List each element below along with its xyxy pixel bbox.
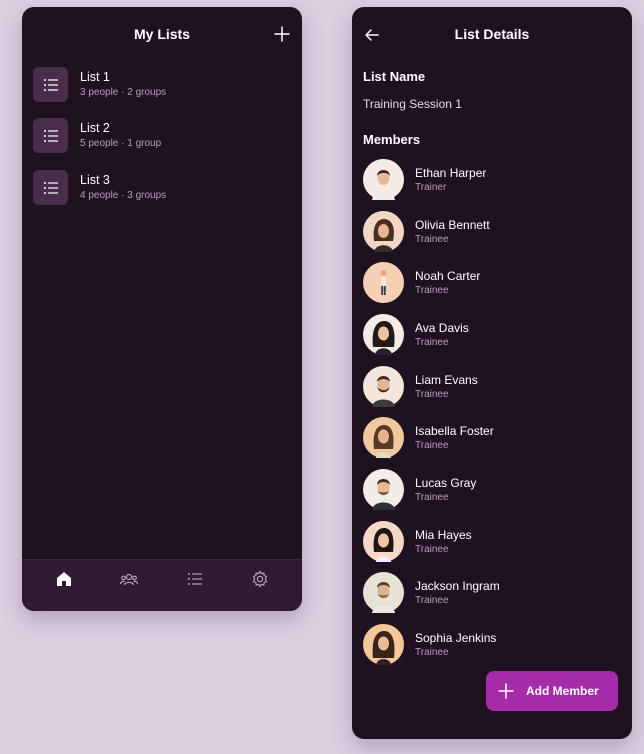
list-item[interactable]: List 1 3 people · 2 groups: [33, 67, 293, 103]
member-role: Trainee: [415, 389, 449, 400]
member-row[interactable]: Isabella Foster Trainee: [363, 417, 623, 459]
list-item[interactable]: List 3 4 people · 3 groups: [33, 170, 293, 206]
member-name: Mia Hayes: [415, 528, 472, 542]
list-name-label: List Name: [363, 69, 426, 84]
member-role: Trainee: [415, 544, 449, 555]
member-role: Trainee: [415, 492, 449, 503]
avatar: [363, 262, 404, 303]
list-item-title: List 1: [80, 70, 110, 84]
member-role: Trainee: [415, 337, 449, 348]
list-icon: [188, 573, 202, 585]
list-icon: [33, 118, 68, 153]
member-row[interactable]: Lucas Gray Trainee: [363, 469, 623, 511]
avatar: [363, 159, 404, 200]
page-title: List Details: [454, 26, 530, 42]
member-role: Trainee: [415, 285, 449, 296]
member-name: Isabella Foster: [415, 424, 494, 438]
member-row[interactable]: Olivia Bennett Trainee: [363, 211, 623, 253]
add-member-label: Add Member: [526, 684, 599, 698]
nav-lists[interactable]: [185, 569, 205, 589]
member-name: Olivia Bennett: [415, 218, 490, 232]
member-row[interactable]: Ethan Harper Trainer: [363, 159, 623, 201]
people-icon: [119, 573, 139, 586]
my-lists-panel: My Lists List 1 3 people · 2 groups List…: [22, 7, 302, 611]
member-name: Jackson Ingram: [415, 579, 500, 593]
bottom-nav: [22, 559, 302, 611]
add-member-button[interactable]: Add Member: [486, 671, 618, 711]
member-role: Trainee: [415, 440, 449, 451]
list-item-title: List 2: [80, 121, 110, 135]
plus-icon: [498, 683, 514, 699]
list-icon: [33, 170, 68, 205]
list-item-subtitle: 3 people · 2 groups: [80, 87, 167, 98]
member-name: Ava Davis: [415, 321, 469, 335]
members-label: Members: [363, 132, 421, 147]
member-role: Trainee: [415, 647, 449, 658]
nav-home[interactable]: [54, 569, 74, 589]
member-row[interactable]: Ava Davis Trainee: [363, 314, 623, 356]
list-name-value: Training Session 1: [363, 97, 462, 111]
member-name: Ethan Harper: [415, 166, 487, 180]
member-row[interactable]: Noah Carter Trainee: [363, 262, 623, 304]
avatar: [363, 211, 404, 252]
nav-settings[interactable]: [250, 569, 270, 589]
avatar: [363, 366, 404, 407]
gear-icon: [252, 570, 268, 588]
member-name: Lucas Gray: [415, 476, 477, 490]
list-item-subtitle: 5 people · 1 group: [80, 138, 162, 149]
home-icon: [57, 572, 71, 586]
list-item[interactable]: List 2 5 people · 1 group: [33, 118, 293, 154]
avatar: [363, 572, 404, 613]
member-role: Trainee: [415, 595, 449, 606]
member-row[interactable]: Liam Evans Trainee: [363, 366, 623, 408]
member-role: Trainer: [415, 182, 447, 193]
plus-icon: [274, 26, 290, 42]
avatar: [363, 624, 404, 665]
avatar: [363, 469, 404, 510]
member-row[interactable]: Mia Hayes Trainee: [363, 521, 623, 563]
list-icon: [33, 67, 68, 102]
list-item-subtitle: 4 people · 3 groups: [80, 190, 167, 201]
member-row[interactable]: Jackson Ingram Trainee: [363, 572, 623, 614]
avatar: [363, 314, 404, 355]
member-row[interactable]: Sophia Jenkins Trainee: [363, 624, 623, 666]
avatar: [363, 417, 404, 458]
member-role: Trainee: [415, 234, 449, 245]
member-name: Liam Evans: [415, 373, 478, 387]
avatar: [363, 521, 404, 562]
add-list-button[interactable]: [272, 24, 292, 44]
member-name: Sophia Jenkins: [415, 631, 497, 645]
page-title: My Lists: [133, 26, 190, 42]
list-item-title: List 3: [80, 173, 110, 187]
nav-people[interactable]: [119, 569, 139, 589]
member-name: Noah Carter: [415, 269, 481, 283]
list-details-panel: List Details List Name Training Session …: [352, 7, 632, 739]
